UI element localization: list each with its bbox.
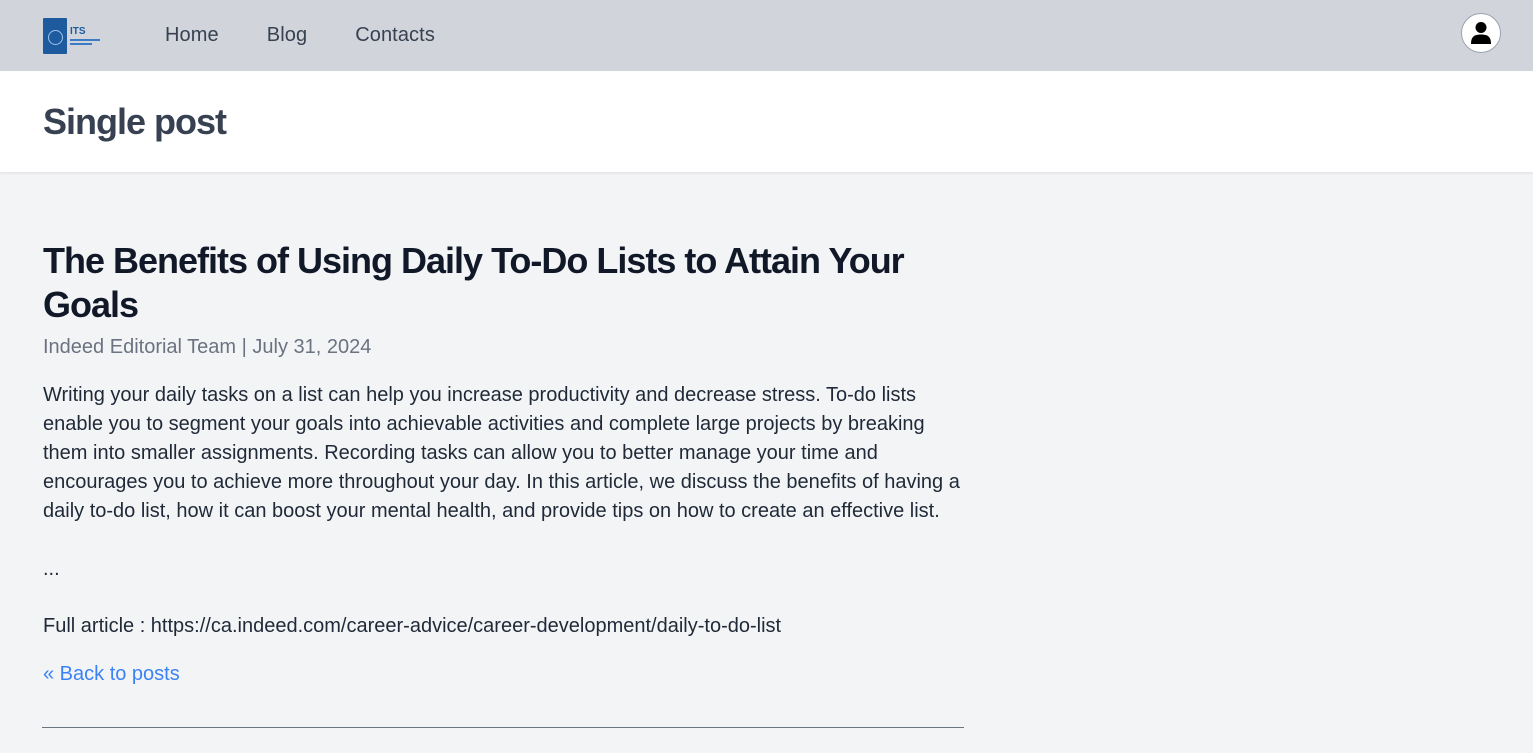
post-ellipsis: ... (43, 558, 60, 580)
nav-link-home[interactable]: Home (165, 24, 219, 47)
user-menu-button[interactable] (1461, 13, 1501, 53)
nav-links: Home Blog Contacts (165, 24, 435, 47)
nav-link-blog[interactable]: Blog (267, 24, 307, 47)
post-body: Writing your daily tasks on a list can h… (43, 384, 960, 522)
post-author: Indeed Editorial Team (43, 336, 237, 358)
back-to-posts-link[interactable]: « Back to posts (43, 660, 180, 689)
page-header: Single post (0, 71, 1533, 173)
nav-link-contacts[interactable]: Contacts (355, 24, 435, 47)
user-icon (1471, 22, 1491, 44)
post-meta: Indeed Editorial Team | July 31, 2024 (43, 333, 964, 361)
post-date: July 31, 2024 (252, 336, 372, 358)
top-navbar: ITS Home Blog Contacts (0, 0, 1533, 71)
page-title: Single post (43, 100, 227, 142)
meta-separator: | (236, 336, 253, 358)
logo-emblem-icon (43, 17, 67, 54)
full-article-link-text: Full article : https://ca.indeed.com/car… (43, 615, 782, 637)
logo-text: ITS (70, 25, 86, 37)
post-content: The Benefits of Using Daily To-Do Lists … (0, 173, 1007, 728)
divider (42, 727, 964, 728)
site-logo[interactable]: ITS (43, 17, 101, 54)
post-title: The Benefits of Using Daily To-Do Lists … (43, 240, 905, 325)
